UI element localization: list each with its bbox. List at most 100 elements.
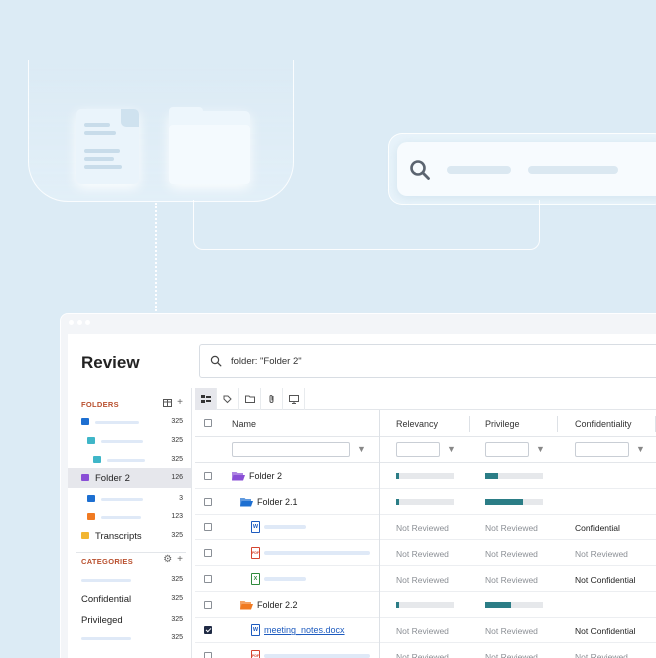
folders-heading: FOLDERS [81, 400, 119, 409]
table-row[interactable]: Folder 2 [195, 463, 656, 489]
relevancy-filter-input[interactable] [396, 442, 440, 457]
sidebar-folder-item[interactable]: 325 [68, 450, 191, 470]
row-checkbox[interactable] [204, 523, 212, 532]
sidebar-folder-item[interactable]: 325 [68, 431, 191, 451]
placeholder-bar [81, 579, 131, 582]
folders-tools: + [163, 397, 183, 408]
relevancy-bar [396, 498, 454, 505]
select-all-checkbox[interactable] [204, 419, 212, 427]
folder-count: 325 [171, 532, 183, 539]
gear-icon[interactable]: ⚙ [163, 554, 172, 565]
table-row[interactable]: PDF Not Reviewed Not Reviewed Not Reviewed [195, 540, 656, 567]
relevancy-status: Not Reviewed [396, 549, 449, 560]
sidebar-folder-item[interactable]: 325 [68, 412, 191, 432]
relevancy-bar [396, 601, 454, 608]
attachment-icon[interactable] [261, 388, 283, 410]
filter-icon[interactable]: ▼ [536, 444, 545, 454]
filter-icon[interactable]: ▼ [357, 444, 366, 454]
hero-search-bar [397, 142, 656, 196]
relevancy-status: Not Reviewed [396, 626, 449, 637]
hero-cloud-outline [28, 60, 294, 202]
document-icon [76, 109, 139, 184]
privilege-status: Not Reviewed [485, 549, 538, 560]
privilege-status: Not Reviewed [485, 626, 538, 637]
placeholder-bar [95, 421, 139, 424]
sidebar-folder-item[interactable]: 123 [68, 507, 191, 527]
privilege-status: Not Reviewed [485, 523, 538, 534]
relevancy-bar-fill [396, 498, 399, 505]
table-row[interactable]: Folder 2.1 [195, 489, 656, 515]
relevancy-bar-fill [396, 601, 399, 608]
row-checkbox[interactable] [204, 497, 212, 506]
filter-icon[interactable]: ▼ [636, 444, 645, 454]
name-filter-input[interactable] [232, 442, 350, 457]
placeholder-bar [81, 637, 131, 640]
placeholder-bar [101, 498, 143, 501]
privilege-bar [485, 498, 543, 505]
add-category-icon[interactable]: + [177, 554, 183, 565]
row-checkbox[interactable] [204, 549, 212, 558]
search-query: folder: "Folder 2" [231, 356, 302, 367]
table-row[interactable]: W Not Reviewed Not Reviewed Confidential [195, 514, 656, 541]
sidebar-category-item[interactable]: Confidential 325 [68, 589, 191, 609]
folder-icon [232, 472, 245, 481]
sidebar-folder-item[interactable]: Transcripts 325 [68, 526, 191, 546]
folder-count: 325 [171, 437, 183, 444]
table-row[interactable]: X Not Reviewed Not Reviewed Not Confidentia… [195, 566, 656, 592]
folder-icon [81, 418, 89, 425]
page-title: Review [81, 353, 140, 372]
connector-line [155, 203, 157, 311]
row-checkbox[interactable] [204, 600, 212, 609]
add-folder-icon[interactable]: + [177, 397, 183, 408]
relevancy-bar-fill [396, 473, 399, 479]
folder-move-icon[interactable] [239, 388, 261, 410]
sidebar: FOLDERS + 325 325 325 Folder 2 126 3 123 Transc… [68, 388, 192, 658]
sidebar-category-item[interactable]: Privileged 325 [68, 610, 191, 630]
row-checkbox[interactable] [204, 472, 212, 480]
search-input[interactable]: folder: "Folder 2" [199, 344, 656, 378]
file-name-link[interactable]: meeting_notes.docx [264, 625, 345, 635]
folder-name: Folder 2.1 [257, 496, 298, 507]
confidentiality-status: Not Confidential [575, 626, 636, 637]
column-privilege[interactable]: Privilege [485, 419, 520, 429]
placeholder-bar [101, 516, 141, 519]
row-checkbox[interactable] [204, 626, 212, 635]
review-window: Review folder: "Folder 2" FOLDERS + 325 3… [60, 313, 656, 658]
column-relevancy[interactable]: Relevancy [396, 419, 438, 429]
categories-tools: ⚙ + [163, 554, 183, 565]
folder-count: 123 [171, 513, 183, 520]
relevancy-bar [396, 473, 454, 479]
tag-icon[interactable] [217, 388, 239, 410]
confidentiality-status: Confidential [575, 523, 620, 534]
folder-count: 126 [171, 474, 183, 481]
monitor-icon[interactable] [283, 388, 305, 410]
sidebar-category-item[interactable]: 325 [68, 570, 191, 590]
divider [76, 552, 186, 553]
folder-icon [87, 513, 95, 520]
table-icon[interactable] [163, 398, 173, 407]
placeholder-bar [264, 525, 306, 530]
folder-count: 325 [171, 456, 183, 463]
folder-label: Folder 2 [95, 473, 130, 484]
privilege-bar [485, 473, 543, 479]
row-checkbox[interactable] [204, 574, 212, 583]
table-row[interactable]: Wmeeting_notes.docx Not Reviewed Not Revie… [195, 617, 656, 644]
folder-icon [240, 497, 253, 507]
category-count: 325 [171, 616, 183, 623]
sidebar-folder-item[interactable]: 3 [68, 489, 191, 509]
table-row[interactable]: PDF Not Reviewed Not Reviewed Not Reviewed [195, 643, 656, 658]
sidebar-category-item[interactable]: 325 [68, 628, 191, 648]
folder-count: 3 [179, 495, 183, 502]
folder-name: Folder 2.2 [257, 599, 298, 610]
tree-view-icon[interactable] [195, 388, 217, 410]
column-name[interactable]: Name [232, 419, 256, 429]
privilege-bar-fill [485, 498, 523, 505]
sidebar-folder-item[interactable]: Folder 2 126 [68, 468, 191, 488]
privilege-status: Not Reviewed [485, 574, 538, 585]
row-checkbox[interactable] [204, 651, 212, 658]
privilege-filter-input[interactable] [485, 442, 529, 457]
confidentiality-filter-input[interactable] [575, 442, 629, 457]
table-row[interactable]: Folder 2.2 [195, 592, 656, 618]
column-confidentiality[interactable]: Confidentiality [575, 419, 632, 429]
filter-icon[interactable]: ▼ [447, 444, 456, 454]
